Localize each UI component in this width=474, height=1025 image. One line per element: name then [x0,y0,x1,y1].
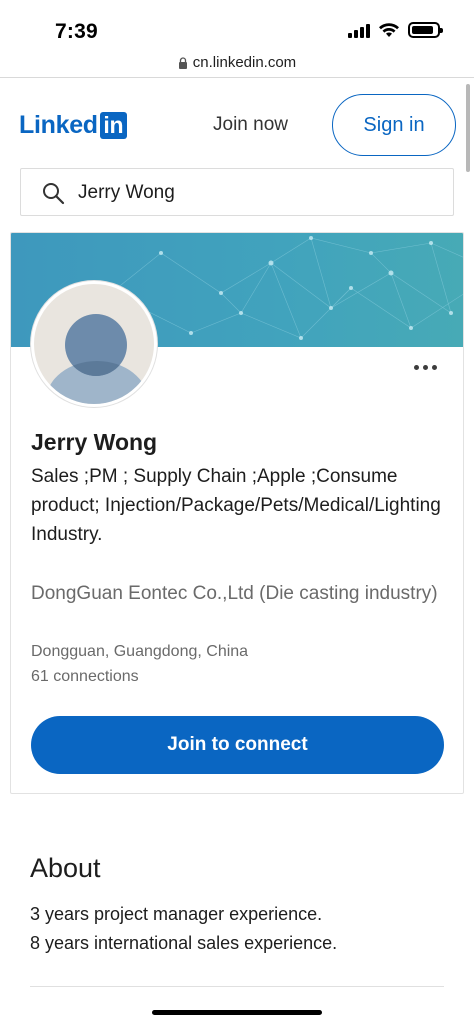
profile-company[interactable]: DongGuan Eontec Co.,Ltd (Die casting ind… [31,579,441,608]
battery-icon [408,22,443,38]
about-title: About [30,853,101,883]
profile-location: Dongguan, Guangdong, China [31,643,249,660]
avatar[interactable] [31,281,157,407]
logo-badge: in [99,112,127,139]
browser-url-bar[interactable]: cn.linkedin.com [0,48,474,76]
browser-url[interactable]: cn.linkedin.com [193,54,296,71]
join-now-link[interactable]: Join now [213,114,288,136]
linkedin-header: Linked in Join now Sign in [0,92,474,158]
profile-headline: Sales ;PM ; Supply Chain ;Apple ;Consume… [31,466,441,545]
about-divider [30,986,444,987]
home-indicator[interactable] [152,1010,322,1015]
lock-icon [178,57,187,69]
profile-card: Jerry Wong Sales ;PM ; Supply Chain ;App… [10,232,464,794]
url-divider [0,77,474,78]
about-text: 3 years project manager experience. 8 ye… [30,900,337,958]
about-line: 8 years international sales experience. [30,933,338,953]
join-to-connect-button[interactable]: Join to connect [31,716,444,774]
profile-connections: 61 connections [31,668,139,685]
more-options-icon[interactable] [414,365,437,370]
linkedin-logo[interactable]: Linked in [19,111,127,140]
status-time: 7:39 [55,20,98,43]
search-icon [43,183,65,205]
wifi-icon [379,23,399,37]
about-line: 3 years project manager experience. [30,904,323,924]
status-icons [348,22,443,38]
logo-text: Linked [19,111,98,139]
profile-name: Jerry Wong [31,429,158,455]
search-input[interactable]: Jerry Wong [20,168,454,216]
status-bar: 7:39 [0,0,474,46]
cellular-signal-icon [348,23,370,38]
sign-in-button[interactable]: Sign in [332,94,456,156]
search-value: Jerry Wong [78,182,175,203]
